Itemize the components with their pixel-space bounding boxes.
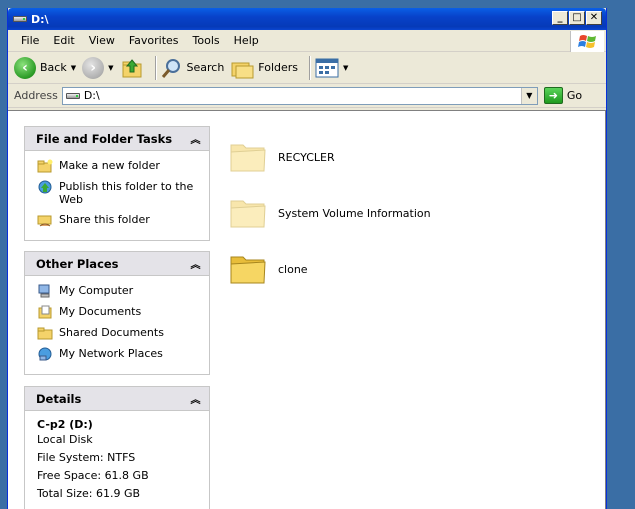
tasks-panel-header[interactable]: File and Folder Tasks ︽ xyxy=(25,127,209,151)
drive-type: Local Disk xyxy=(37,433,93,446)
folder-icon xyxy=(230,200,266,228)
panel-title: File and Folder Tasks xyxy=(36,131,173,146)
content-area: File and Folder Tasks ︽ Make a new folde… xyxy=(8,110,606,509)
network-places-icon xyxy=(38,347,52,361)
address-input[interactable]: D:\ ▼ xyxy=(61,86,538,105)
file-name: RECYCLER xyxy=(278,150,335,164)
address-label: Address xyxy=(14,89,58,102)
address-dropdown-icon[interactable]: ▼ xyxy=(520,87,537,104)
forward-dropdown-icon[interactable]: ▼ xyxy=(108,64,113,72)
explorer-window: D:\ _ □ ✕ File Edit View Favorites Tools… xyxy=(7,8,607,509)
back-dropdown-icon[interactable]: ▼ xyxy=(71,64,76,72)
toolbar-separator xyxy=(154,55,156,80)
menu-view[interactable]: View xyxy=(82,34,122,47)
folders-icon xyxy=(231,62,254,78)
go-arrow-icon: ➜ xyxy=(543,87,563,104)
file-list: RECYCLER System Volume Information clone xyxy=(228,129,431,297)
total-size: Total Size: 61.9 GB xyxy=(37,487,141,500)
drive-name: C-p2 (D:) xyxy=(37,418,93,431)
up-folder-icon xyxy=(122,58,141,77)
address-value: D:\ xyxy=(83,89,100,102)
collapse-icon[interactable]: ︽ xyxy=(188,131,203,146)
menu-favorites[interactable]: Favorites xyxy=(122,34,186,47)
windows-logo-icon xyxy=(570,31,604,52)
task-label: Share this folder xyxy=(59,213,150,226)
file-system: File System: NTFS xyxy=(37,451,136,464)
task-label: Publish this folder to the Web xyxy=(59,180,194,206)
content-border xyxy=(605,111,606,509)
details-panel-header[interactable]: Details ︽ xyxy=(25,387,209,411)
place-shared-documents[interactable]: Shared Documents xyxy=(37,326,209,340)
toolbar: ‹ Back ▼ › ▼ Search Folders ▼ xyxy=(8,52,606,84)
folder-item-system-volume-information[interactable]: System Volume Information xyxy=(228,185,431,241)
place-label: My Network Places xyxy=(59,347,163,360)
window-title: D:\ xyxy=(31,12,49,26)
task-label: Make a new folder xyxy=(59,159,160,172)
title-bar[interactable]: D:\ _ □ ✕ xyxy=(8,8,606,30)
task-share-folder[interactable]: Share this folder xyxy=(37,213,209,227)
minimize-button[interactable]: _ xyxy=(552,11,568,25)
panel-title: Other Places xyxy=(36,256,119,271)
file-name: clone xyxy=(278,262,308,276)
go-button[interactable]: ➜ Go xyxy=(543,87,583,104)
window-controls: _ □ ✕ xyxy=(552,11,602,25)
task-pane: File and Folder Tasks ︽ Make a new folde… xyxy=(8,111,218,509)
forward-arrow-icon: › xyxy=(82,56,105,79)
forward-button[interactable]: › ▼ xyxy=(82,56,114,79)
drive-icon xyxy=(65,92,80,100)
free-space: Free Space: 61.8 GB xyxy=(37,469,149,482)
place-my-documents[interactable]: My Documents xyxy=(37,305,209,319)
folders-label: Folders xyxy=(258,61,299,74)
menu-file[interactable]: File xyxy=(14,34,46,47)
task-publish-web[interactable]: Publish this folder to the Web xyxy=(37,180,209,206)
address-bar: Address D:\ ▼ ➜ Go xyxy=(8,84,606,108)
panel-title: Details xyxy=(36,391,82,406)
place-label: My Computer xyxy=(59,284,134,297)
close-button[interactable]: ✕ xyxy=(586,11,602,25)
collapse-icon[interactable]: ︽ xyxy=(188,256,203,271)
views-icon xyxy=(315,58,339,77)
search-icon xyxy=(161,58,180,78)
share-folder-icon xyxy=(37,215,52,227)
shared-documents-icon xyxy=(37,327,53,340)
place-network-places[interactable]: My Network Places xyxy=(37,347,209,361)
folder-item-clone[interactable]: clone xyxy=(228,241,431,297)
menu-help[interactable]: Help xyxy=(227,34,266,47)
menu-edit[interactable]: Edit xyxy=(46,34,81,47)
new-folder-icon xyxy=(37,159,53,173)
search-label: Search xyxy=(186,61,225,74)
back-button[interactable]: ‹ Back ▼ xyxy=(14,56,76,79)
drive-icon xyxy=(13,15,27,23)
details-panel: Details ︽ C-p2 (D:) Local Disk File Syst… xyxy=(24,386,210,509)
views-dropdown-icon[interactable]: ▼ xyxy=(343,64,348,72)
search-button[interactable]: Search xyxy=(161,57,225,79)
place-my-computer[interactable]: My Computer xyxy=(37,284,209,298)
back-label: Back xyxy=(40,61,67,74)
my-computer-icon xyxy=(38,284,50,298)
my-documents-icon xyxy=(38,305,52,319)
folder-icon xyxy=(230,144,266,172)
task-make-new-folder[interactable]: Make a new folder xyxy=(37,159,209,173)
place-label: My Documents xyxy=(59,305,142,318)
file-folder-tasks-panel: File and Folder Tasks ︽ Make a new folde… xyxy=(24,126,210,241)
publish-web-icon xyxy=(38,180,52,194)
file-name: System Volume Information xyxy=(278,206,431,220)
menu-bar: File Edit View Favorites Tools Help xyxy=(8,30,606,52)
other-places-panel: Other Places ︽ My Computer My Documents … xyxy=(24,251,210,375)
up-folder-button[interactable] xyxy=(120,56,144,80)
places-panel-header[interactable]: Other Places ︽ xyxy=(25,252,209,276)
folder-item-recycler[interactable]: RECYCLER xyxy=(228,129,431,185)
maximize-button[interactable]: □ xyxy=(569,11,585,25)
folder-icon xyxy=(230,256,266,284)
go-label: Go xyxy=(566,89,583,102)
folders-button[interactable]: Folders xyxy=(230,57,298,79)
menu-tools[interactable]: Tools xyxy=(186,34,227,47)
place-label: Shared Documents xyxy=(59,326,164,339)
views-button[interactable]: ▼ xyxy=(315,58,348,78)
back-arrow-icon: ‹ xyxy=(14,56,36,79)
toolbar-separator xyxy=(309,55,311,80)
collapse-icon[interactable]: ︽ xyxy=(188,391,203,406)
desktop-background xyxy=(607,0,635,509)
